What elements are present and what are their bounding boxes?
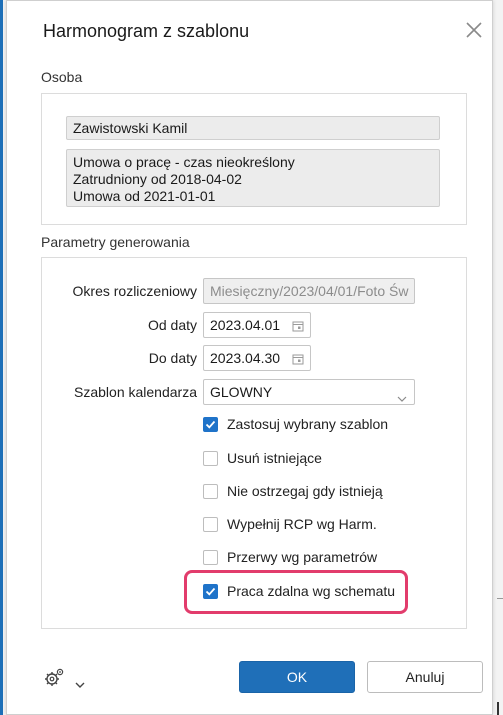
chevron-down-icon — [397, 389, 407, 402]
section-label-params: Parametry generowania — [41, 234, 190, 250]
calendar-icon[interactable] — [292, 352, 304, 365]
contract-line: Umowa o pracę - czas nieokreślony — [73, 154, 295, 170]
template-value: GLOWNY — [210, 384, 273, 400]
period-field: Miesięczny/2023/04/01/Foto Św — [203, 278, 415, 304]
to-date-input[interactable]: 2023.04.30 — [203, 345, 311, 371]
option-label: Praca zdalna wg schematu — [227, 583, 396, 599]
dialog: Harmonogram z szablonu Osoba Zawistowski… — [6, 0, 493, 715]
to-date-value: 2023.04.30 — [210, 350, 281, 366]
option-label: Zastosuj wybrany szablon — [227, 416, 389, 432]
calendar-icon[interactable] — [292, 319, 304, 332]
section-label-person: Osoba — [41, 69, 83, 85]
from-date-label: Od daty — [147, 317, 197, 333]
person-group: Zawistowski Kamil Umowa o pracę - czas n… — [41, 93, 467, 225]
checkbox[interactable] — [203, 584, 218, 599]
checkbox[interactable] — [203, 451, 218, 466]
person-name-field: Zawistowski Kamil — [66, 116, 440, 140]
chevron-down-icon[interactable] — [75, 675, 85, 688]
option-label: Nie ostrzegaj gdy istnieją — [227, 483, 383, 499]
checkbox[interactable] — [203, 550, 218, 565]
option-label: Wypełnij RCP wg Harm. — [227, 516, 377, 532]
template-select[interactable]: GLOWNY — [203, 379, 415, 405]
background-divider — [497, 702, 499, 715]
window-edge — [0, 0, 3, 715]
template-label: Szablon kalendarza — [74, 384, 197, 400]
to-date-label: Do daty — [148, 350, 197, 366]
from-date-input[interactable]: 2023.04.01 — [203, 312, 311, 338]
gear-icon[interactable] — [43, 667, 65, 689]
contract-line: Zatrudniony od 2018-04-02 — [73, 171, 242, 187]
close-icon[interactable] — [463, 19, 485, 41]
option-label: Usuń istniejące — [227, 450, 322, 466]
checkbox[interactable] — [203, 417, 218, 432]
from-date-value: 2023.04.01 — [210, 317, 281, 333]
contract-info-field: Umowa o pracę - czas nieokreślony Zatrud… — [66, 149, 440, 207]
background-divider — [497, 598, 503, 599]
checkbox[interactable] — [203, 517, 218, 532]
contract-line: Umowa od 2021-01-01 — [73, 188, 216, 204]
period-label: Okres rozliczeniowy — [72, 283, 197, 299]
checkbox[interactable] — [203, 484, 218, 499]
option-label: Przerwy wg parametrów — [227, 549, 378, 565]
cancel-button[interactable]: Anuluj — [367, 661, 483, 693]
ok-button[interactable]: OK — [239, 661, 355, 693]
dialog-title: Harmonogram z szablonu — [43, 21, 250, 41]
